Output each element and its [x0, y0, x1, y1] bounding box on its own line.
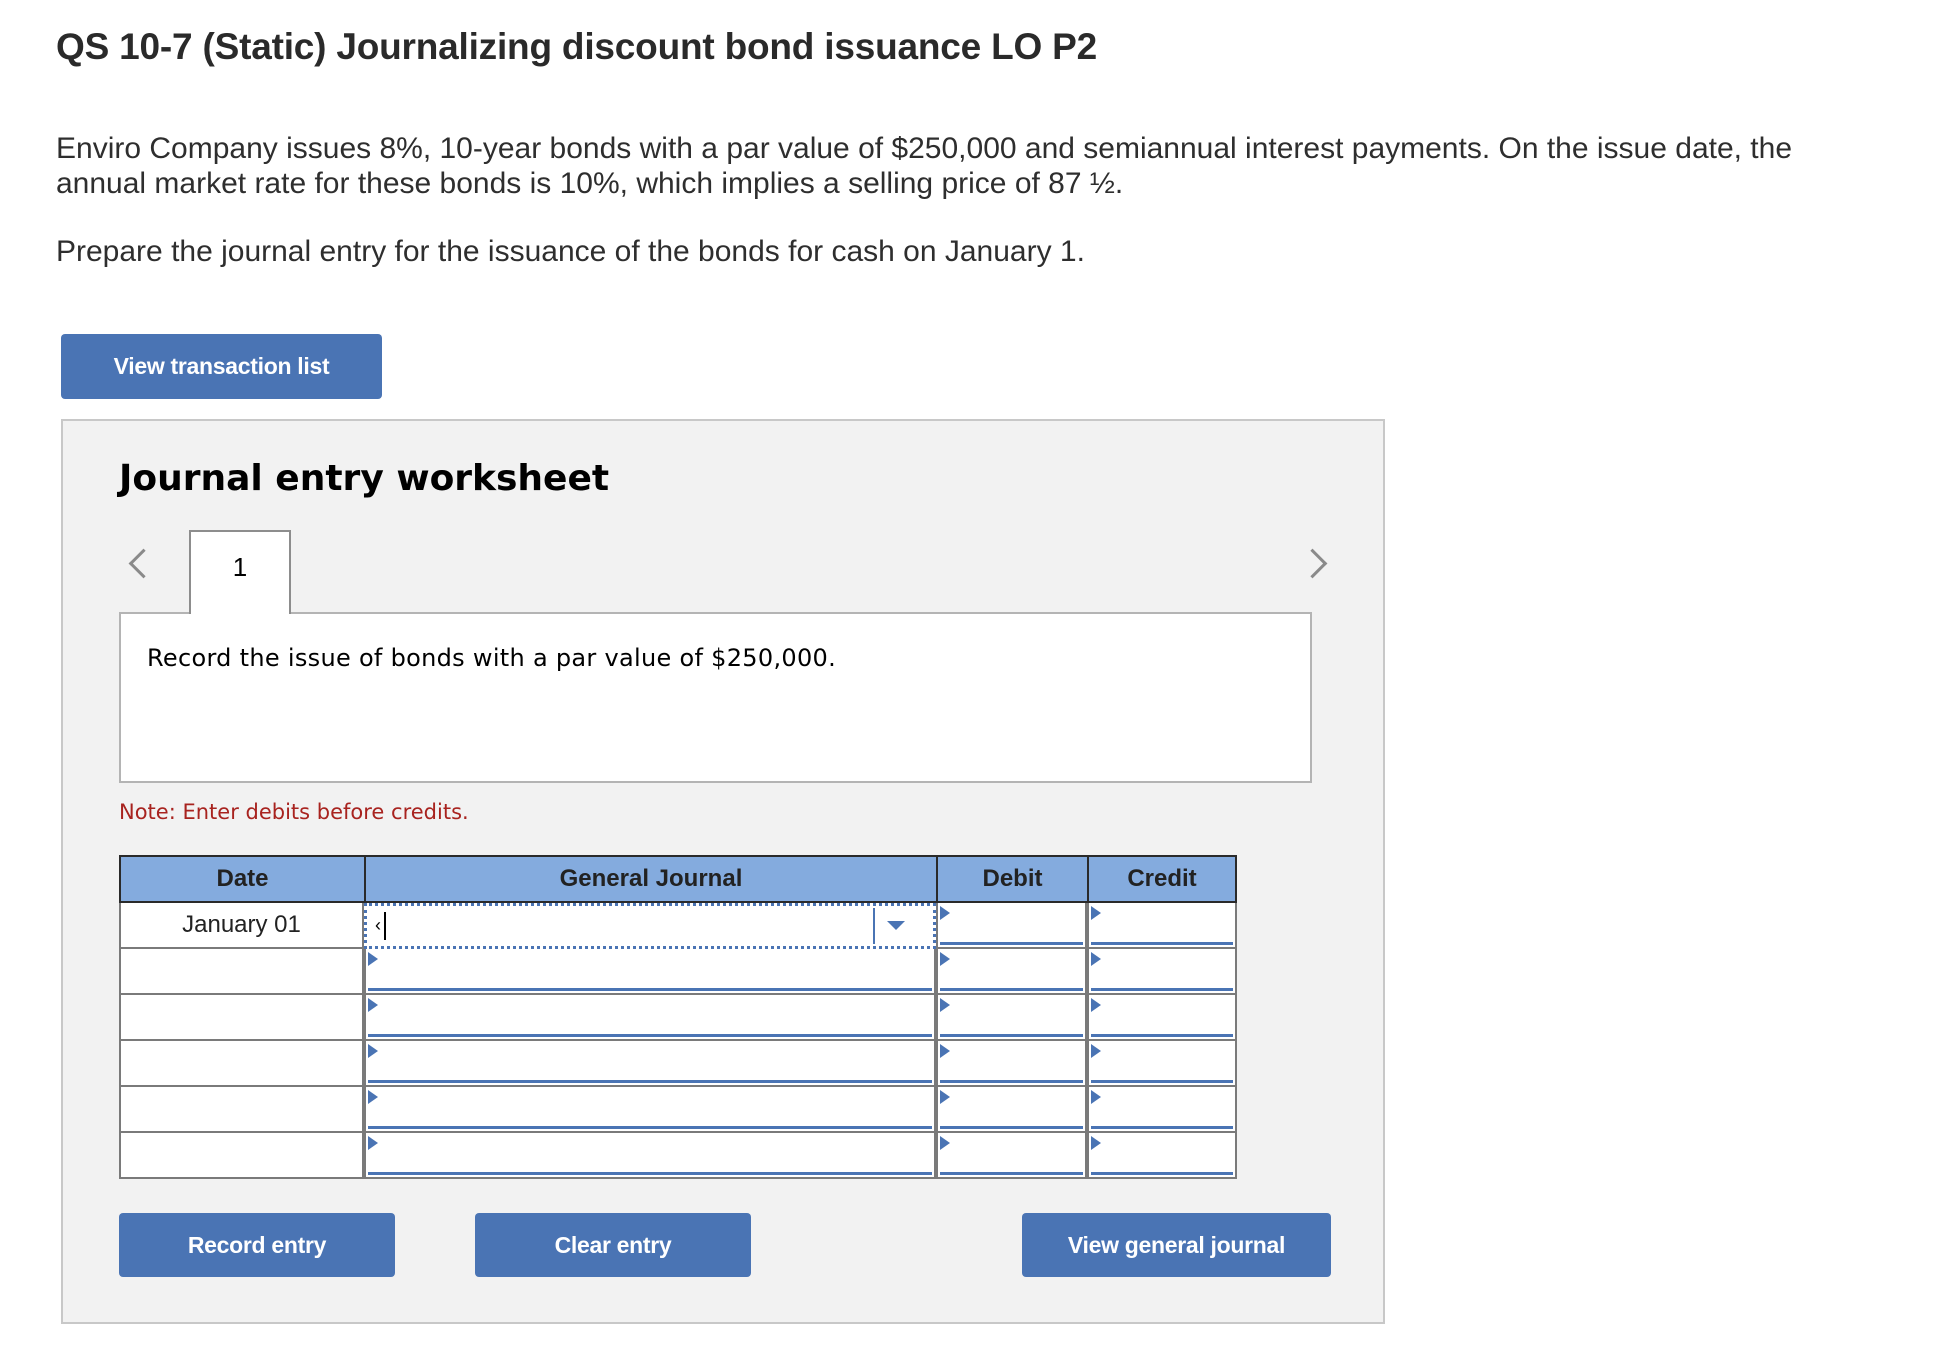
input-marker-icon [368, 998, 378, 1012]
table-row [119, 949, 1237, 995]
problem-line-1: Enviro Company issues 8%, 10-year bonds … [56, 132, 1793, 165]
page-title: QS 10-7 (Static) Journalizing discount b… [56, 26, 1098, 67]
text-cursor [384, 912, 386, 940]
debit-input[interactable] [936, 903, 1087, 949]
problem-description: Enviro Company issues 8%, 10-year bonds … [56, 131, 1792, 201]
date-cell [119, 949, 364, 995]
credit-input[interactable] [1087, 1041, 1237, 1087]
account-input-value[interactable]: ‹ [375, 915, 381, 936]
header-debit: Debit [982, 865, 1043, 892]
input-marker-icon [940, 906, 950, 920]
input-marker-icon [940, 998, 950, 1012]
tab-entry-1[interactable]: 1 [189, 530, 291, 614]
header-general-journal: General Journal [559, 865, 743, 892]
debit-input[interactable] [936, 1133, 1087, 1179]
table-row [119, 995, 1237, 1041]
credit-input[interactable] [1087, 1133, 1237, 1179]
record-entry-button[interactable]: Record entry [119, 1213, 395, 1277]
input-marker-icon [940, 1136, 950, 1150]
debit-input[interactable] [936, 1041, 1087, 1087]
input-marker-icon [940, 952, 950, 966]
table-row [119, 1041, 1237, 1087]
input-marker-icon [1091, 1044, 1101, 1058]
note-text: Note: Enter debits before credits. [119, 800, 469, 824]
input-marker-icon [368, 952, 378, 966]
date-cell [119, 1087, 364, 1133]
account-input[interactable] [364, 1087, 936, 1133]
input-marker-icon [1091, 952, 1101, 966]
date-cell: January 01 [119, 903, 364, 949]
input-marker-icon [368, 1136, 378, 1150]
input-marker-icon [1091, 906, 1101, 920]
account-input[interactable] [364, 949, 936, 995]
account-input[interactable] [364, 995, 936, 1041]
credit-input[interactable] [1087, 1087, 1237, 1133]
debit-input[interactable] [936, 995, 1087, 1041]
debit-input[interactable] [936, 949, 1087, 995]
credit-input[interactable] [1087, 949, 1237, 995]
problem-line-2: annual market rate for these bonds is 10… [56, 167, 1124, 200]
header-credit: Credit [1127, 865, 1197, 892]
account-input[interactable] [364, 1133, 936, 1179]
date-cell [119, 1133, 364, 1179]
instruction-text: Prepare the journal entry for the issuan… [56, 235, 1085, 268]
credit-input[interactable] [1087, 903, 1237, 949]
entry-description-box [119, 612, 1312, 783]
input-marker-icon [368, 1044, 378, 1058]
table-row [119, 1133, 1237, 1179]
debit-input[interactable] [936, 1087, 1087, 1133]
worksheet-heading: Journal entry worksheet [119, 458, 610, 499]
view-general-journal-button[interactable]: View general journal [1022, 1213, 1331, 1277]
account-input[interactable] [364, 1041, 936, 1087]
input-marker-icon [940, 1044, 950, 1058]
account-select[interactable]: ‹ [364, 903, 936, 949]
table-row: January 01 ‹ [119, 903, 1237, 949]
table-header-row: Date General Journal Debit Credit [119, 855, 1237, 903]
dropdown-arrow-icon[interactable] [887, 921, 905, 930]
credit-input[interactable] [1087, 995, 1237, 1041]
input-marker-icon [1091, 1136, 1101, 1150]
view-transaction-list-button[interactable]: View transaction list [61, 334, 382, 399]
entry-description: Record the issue of bonds with a par val… [147, 644, 837, 672]
input-marker-icon [1091, 998, 1101, 1012]
table-row [119, 1087, 1237, 1133]
clear-entry-button[interactable]: Clear entry [475, 1213, 751, 1277]
input-marker-icon [368, 1090, 378, 1104]
header-date: Date [216, 865, 269, 892]
dropdown-divider [873, 908, 875, 944]
input-marker-icon [1091, 1090, 1101, 1104]
date-cell [119, 1041, 364, 1087]
input-marker-icon [940, 1090, 950, 1104]
date-cell [119, 995, 364, 1041]
